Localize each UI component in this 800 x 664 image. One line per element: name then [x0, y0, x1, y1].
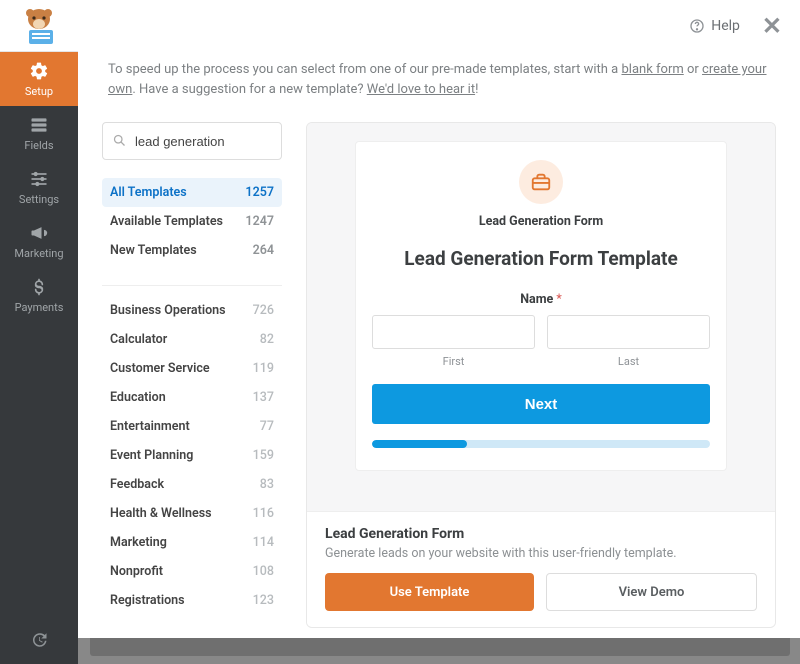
category-row[interactable]: Business Operations 726 — [102, 296, 282, 325]
nav-marketing[interactable]: Marketing — [0, 214, 78, 268]
feedback-link[interactable]: We'd love to hear it — [367, 82, 475, 97]
category-count: 108 — [253, 564, 274, 579]
category-label: Marketing — [110, 535, 167, 550]
category-count: 159 — [253, 448, 274, 463]
category-count: 83 — [260, 477, 274, 492]
filter-count: 264 — [253, 243, 274, 258]
search-wrapper — [102, 122, 282, 160]
name-field-label: Name * — [372, 292, 710, 307]
help-label: Help — [711, 18, 740, 34]
nav-label: Fields — [24, 139, 53, 152]
briefcase-icon — [519, 160, 563, 204]
category-count: 82 — [260, 332, 274, 347]
category-label: Feedback — [110, 477, 164, 492]
category-label: Entertainment — [110, 419, 190, 434]
category-count: 119 — [253, 361, 274, 376]
last-name-sublabel: Last — [547, 355, 710, 368]
action-bar: Lead Generation Form Generate leads on y… — [307, 511, 775, 627]
category-label: Customer Service — [110, 361, 210, 376]
template-preview-panel: Lead Generation Form Lead Generation For… — [306, 122, 776, 628]
sliders-icon — [29, 169, 49, 189]
blank-form-link[interactable]: blank form — [621, 62, 683, 77]
category-row[interactable]: Entertainment 77 — [102, 412, 282, 441]
filter-label: New Templates — [110, 243, 197, 258]
next-button[interactable]: Next — [372, 384, 710, 424]
preview-title: Lead Generation Form Template — [372, 247, 710, 270]
app-logo — [0, 0, 78, 52]
nav-label: Marketing — [14, 247, 63, 260]
last-name-input[interactable] — [547, 315, 710, 349]
close-icon: ✕ — [762, 12, 782, 40]
fields-icon — [29, 115, 49, 135]
divider — [102, 285, 282, 286]
category-row[interactable]: Feedback 83 — [102, 470, 282, 499]
intro-text: To speed up the process you can select f… — [78, 52, 800, 100]
category-label: Nonprofit — [110, 564, 163, 579]
nav-payments[interactable]: Payments — [0, 268, 78, 322]
dollar-icon — [29, 277, 49, 297]
help-link[interactable]: Help — [689, 18, 740, 34]
sidebar: Setup Fields Settings Marketing Payments — [0, 0, 78, 664]
nav-history[interactable] — [0, 616, 78, 664]
wpforms-logo-icon — [15, 6, 63, 46]
category-row[interactable]: Health & Wellness 116 — [102, 499, 282, 528]
category-row[interactable]: Customer Service 119 — [102, 354, 282, 383]
category-list: Business Operations 726 Calculator 82 Custom… — [102, 296, 282, 615]
view-demo-button[interactable]: View Demo — [546, 573, 757, 611]
history-icon — [30, 631, 48, 649]
filter-row[interactable]: New Templates 264 — [102, 236, 282, 265]
name-row: First Last — [372, 315, 710, 368]
nav-setup[interactable]: Setup — [0, 52, 78, 106]
category-count: 77 — [260, 419, 274, 434]
help-icon — [689, 18, 705, 34]
filter-count: 1257 — [245, 185, 274, 200]
action-title: Lead Generation Form — [325, 526, 757, 542]
filter-row[interactable]: Available Templates 1247 — [102, 207, 282, 236]
category-count: 137 — [253, 390, 274, 405]
category-count: 116 — [253, 506, 274, 521]
nav-label: Payments — [15, 301, 64, 314]
category-row[interactable]: Marketing 114 — [102, 528, 282, 557]
category-count: 726 — [253, 303, 274, 318]
category-label: Calculator — [110, 332, 167, 347]
filter-row[interactable]: All Templates 1257 — [102, 178, 282, 207]
nav-label: Settings — [19, 193, 59, 206]
preview-card: Lead Generation Form Lead Generation For… — [355, 141, 727, 471]
category-row[interactable]: Nonprofit 108 — [102, 557, 282, 586]
preview-canvas: Lead Generation Form Lead Generation For… — [307, 123, 775, 511]
nav-settings[interactable]: Settings — [0, 160, 78, 214]
search-icon — [112, 133, 127, 152]
category-label: Event Planning — [110, 448, 193, 463]
category-label: Business Operations — [110, 303, 226, 318]
category-label: Registrations — [110, 593, 185, 608]
category-row[interactable]: Calculator 82 — [102, 325, 282, 354]
progress-bar — [372, 440, 710, 448]
filter-count: 1247 — [245, 214, 274, 229]
category-row[interactable]: Registrations 123 — [102, 586, 282, 615]
category-row[interactable]: Event Planning 159 — [102, 441, 282, 470]
category-count: 123 — [253, 593, 274, 608]
search-input[interactable] — [102, 122, 282, 160]
category-label: Education — [110, 390, 166, 405]
use-template-button[interactable]: Use Template — [325, 573, 534, 611]
topbar: Help ✕ — [78, 0, 800, 52]
nav-fields[interactable]: Fields — [0, 106, 78, 160]
filter-list: All Templates 1257 Available Templates 1247… — [102, 172, 282, 279]
gear-icon — [29, 61, 49, 81]
progress-fill — [372, 440, 467, 448]
category-label: Health & Wellness — [110, 506, 212, 521]
filter-label: All Templates — [110, 185, 187, 200]
first-name-input[interactable] — [372, 315, 535, 349]
category-count: 114 — [253, 535, 274, 550]
megaphone-icon — [29, 223, 49, 243]
first-name-sublabel: First — [372, 355, 535, 368]
preview-subtitle: Lead Generation Form — [372, 214, 710, 229]
category-row[interactable]: Education 137 — [102, 383, 282, 412]
template-sidebar: All Templates 1257 Available Templates 1247… — [102, 122, 282, 628]
action-desc: Generate leads on your website with this… — [325, 546, 757, 561]
template-modal: Help ✕ To speed up the process you can s… — [78, 0, 800, 638]
close-button[interactable]: ✕ — [762, 14, 782, 38]
nav-label: Setup — [25, 85, 53, 98]
filter-label: Available Templates — [110, 214, 223, 229]
